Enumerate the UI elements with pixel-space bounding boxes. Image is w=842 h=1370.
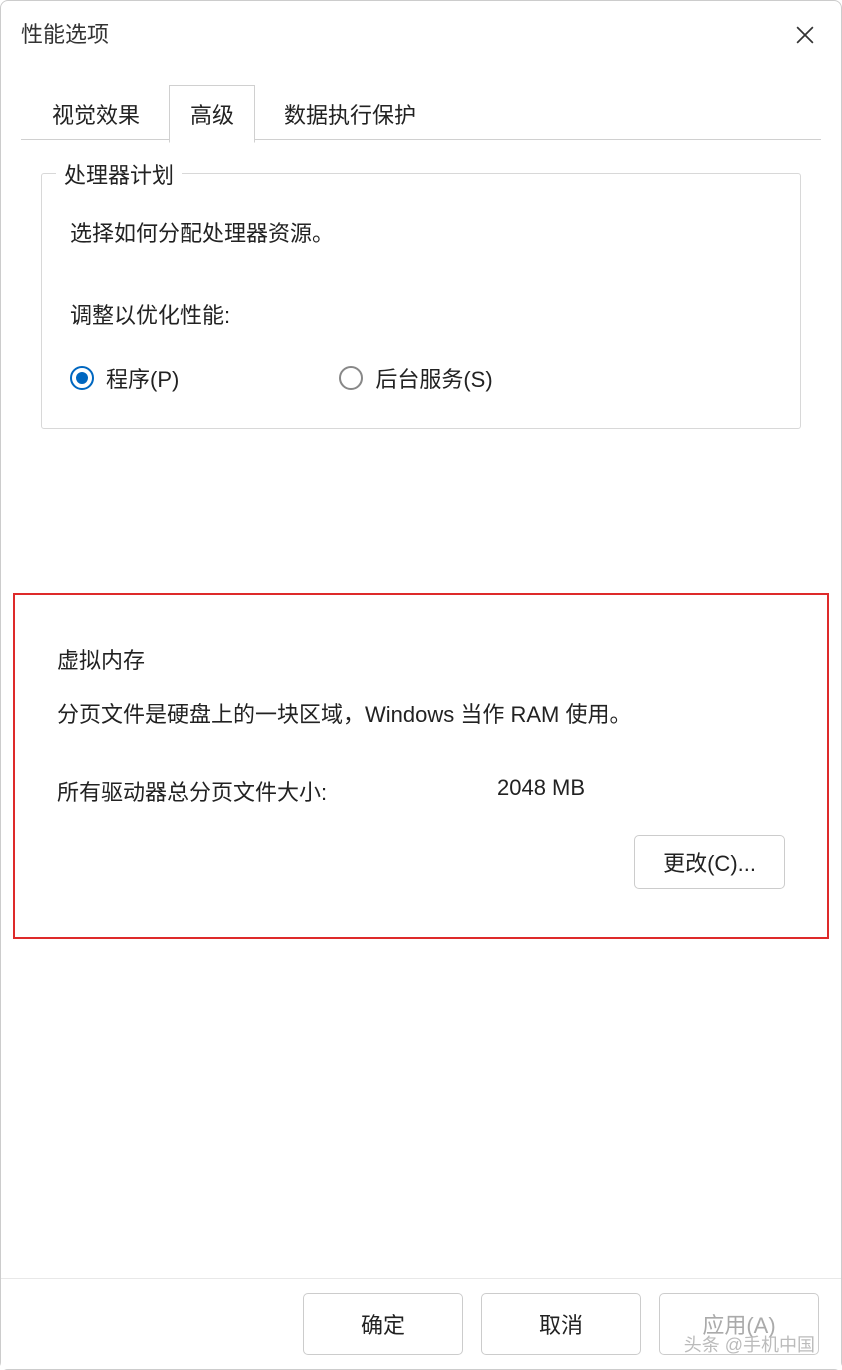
vm-size-label: 所有驱动器总分页文件大小:	[57, 775, 497, 807]
radio-programs-label: 程序(P)	[106, 362, 179, 394]
dialog-button-bar: 确定 取消 应用(A)	[1, 1278, 841, 1369]
processor-description: 选择如何分配处理器资源。	[70, 216, 772, 248]
close-icon	[796, 26, 814, 44]
close-button[interactable]	[787, 17, 823, 53]
vm-description: 分页文件是硬盘上的一块区域，Windows 当作 RAM 使用。	[57, 697, 795, 729]
radio-dot-icon	[76, 372, 88, 384]
processor-radio-group: 程序(P) 后台服务(S)	[70, 362, 772, 394]
radio-icon	[339, 366, 363, 390]
vm-size-value: 2048 MB	[497, 775, 795, 807]
highlight-annotation: 虚拟内存 分页文件是硬盘上的一块区域，Windows 当作 RAM 使用。 所有…	[13, 593, 829, 939]
performance-options-dialog: 性能选项 视觉效果 高级 数据执行保护 处理器计划 选择如何分配处理器资源。 调…	[0, 0, 842, 1370]
tab-advanced[interactable]: 高级	[169, 85, 255, 143]
ok-button[interactable]: 确定	[303, 1293, 463, 1355]
window-title: 性能选项	[21, 17, 109, 49]
vm-size-row: 所有驱动器总分页文件大小: 2048 MB	[57, 775, 795, 807]
cancel-button[interactable]: 取消	[481, 1293, 641, 1355]
apply-button: 应用(A)	[659, 1293, 819, 1355]
tab-dep[interactable]: 数据执行保护	[263, 85, 437, 143]
vm-group-title: 虚拟内存	[57, 643, 795, 675]
change-button[interactable]: 更改(C)...	[634, 835, 785, 889]
adjust-label: 调整以优化性能:	[70, 298, 772, 330]
radio-icon	[70, 366, 94, 390]
radio-programs[interactable]: 程序(P)	[70, 362, 179, 394]
titlebar: 性能选项	[1, 1, 841, 65]
tab-visual-effects[interactable]: 视觉效果	[31, 85, 161, 143]
tab-content-advanced: 处理器计划 选择如何分配处理器资源。 调整以优化性能: 程序(P) 后台服务(S…	[1, 143, 841, 1369]
virtual-memory-group: 虚拟内存 分页文件是硬盘上的一块区域，Windows 当作 RAM 使用。 所有…	[21, 617, 821, 915]
radio-background-label: 后台服务(S)	[375, 362, 492, 394]
tab-strip: 视觉效果 高级 数据执行保护	[1, 85, 841, 143]
processor-scheduling-group: 处理器计划 选择如何分配处理器资源。 调整以优化性能: 程序(P) 后台服务(S…	[41, 173, 801, 429]
processor-group-title: 处理器计划	[56, 158, 182, 190]
tab-divider	[21, 139, 821, 140]
radio-background-services[interactable]: 后台服务(S)	[339, 362, 492, 394]
